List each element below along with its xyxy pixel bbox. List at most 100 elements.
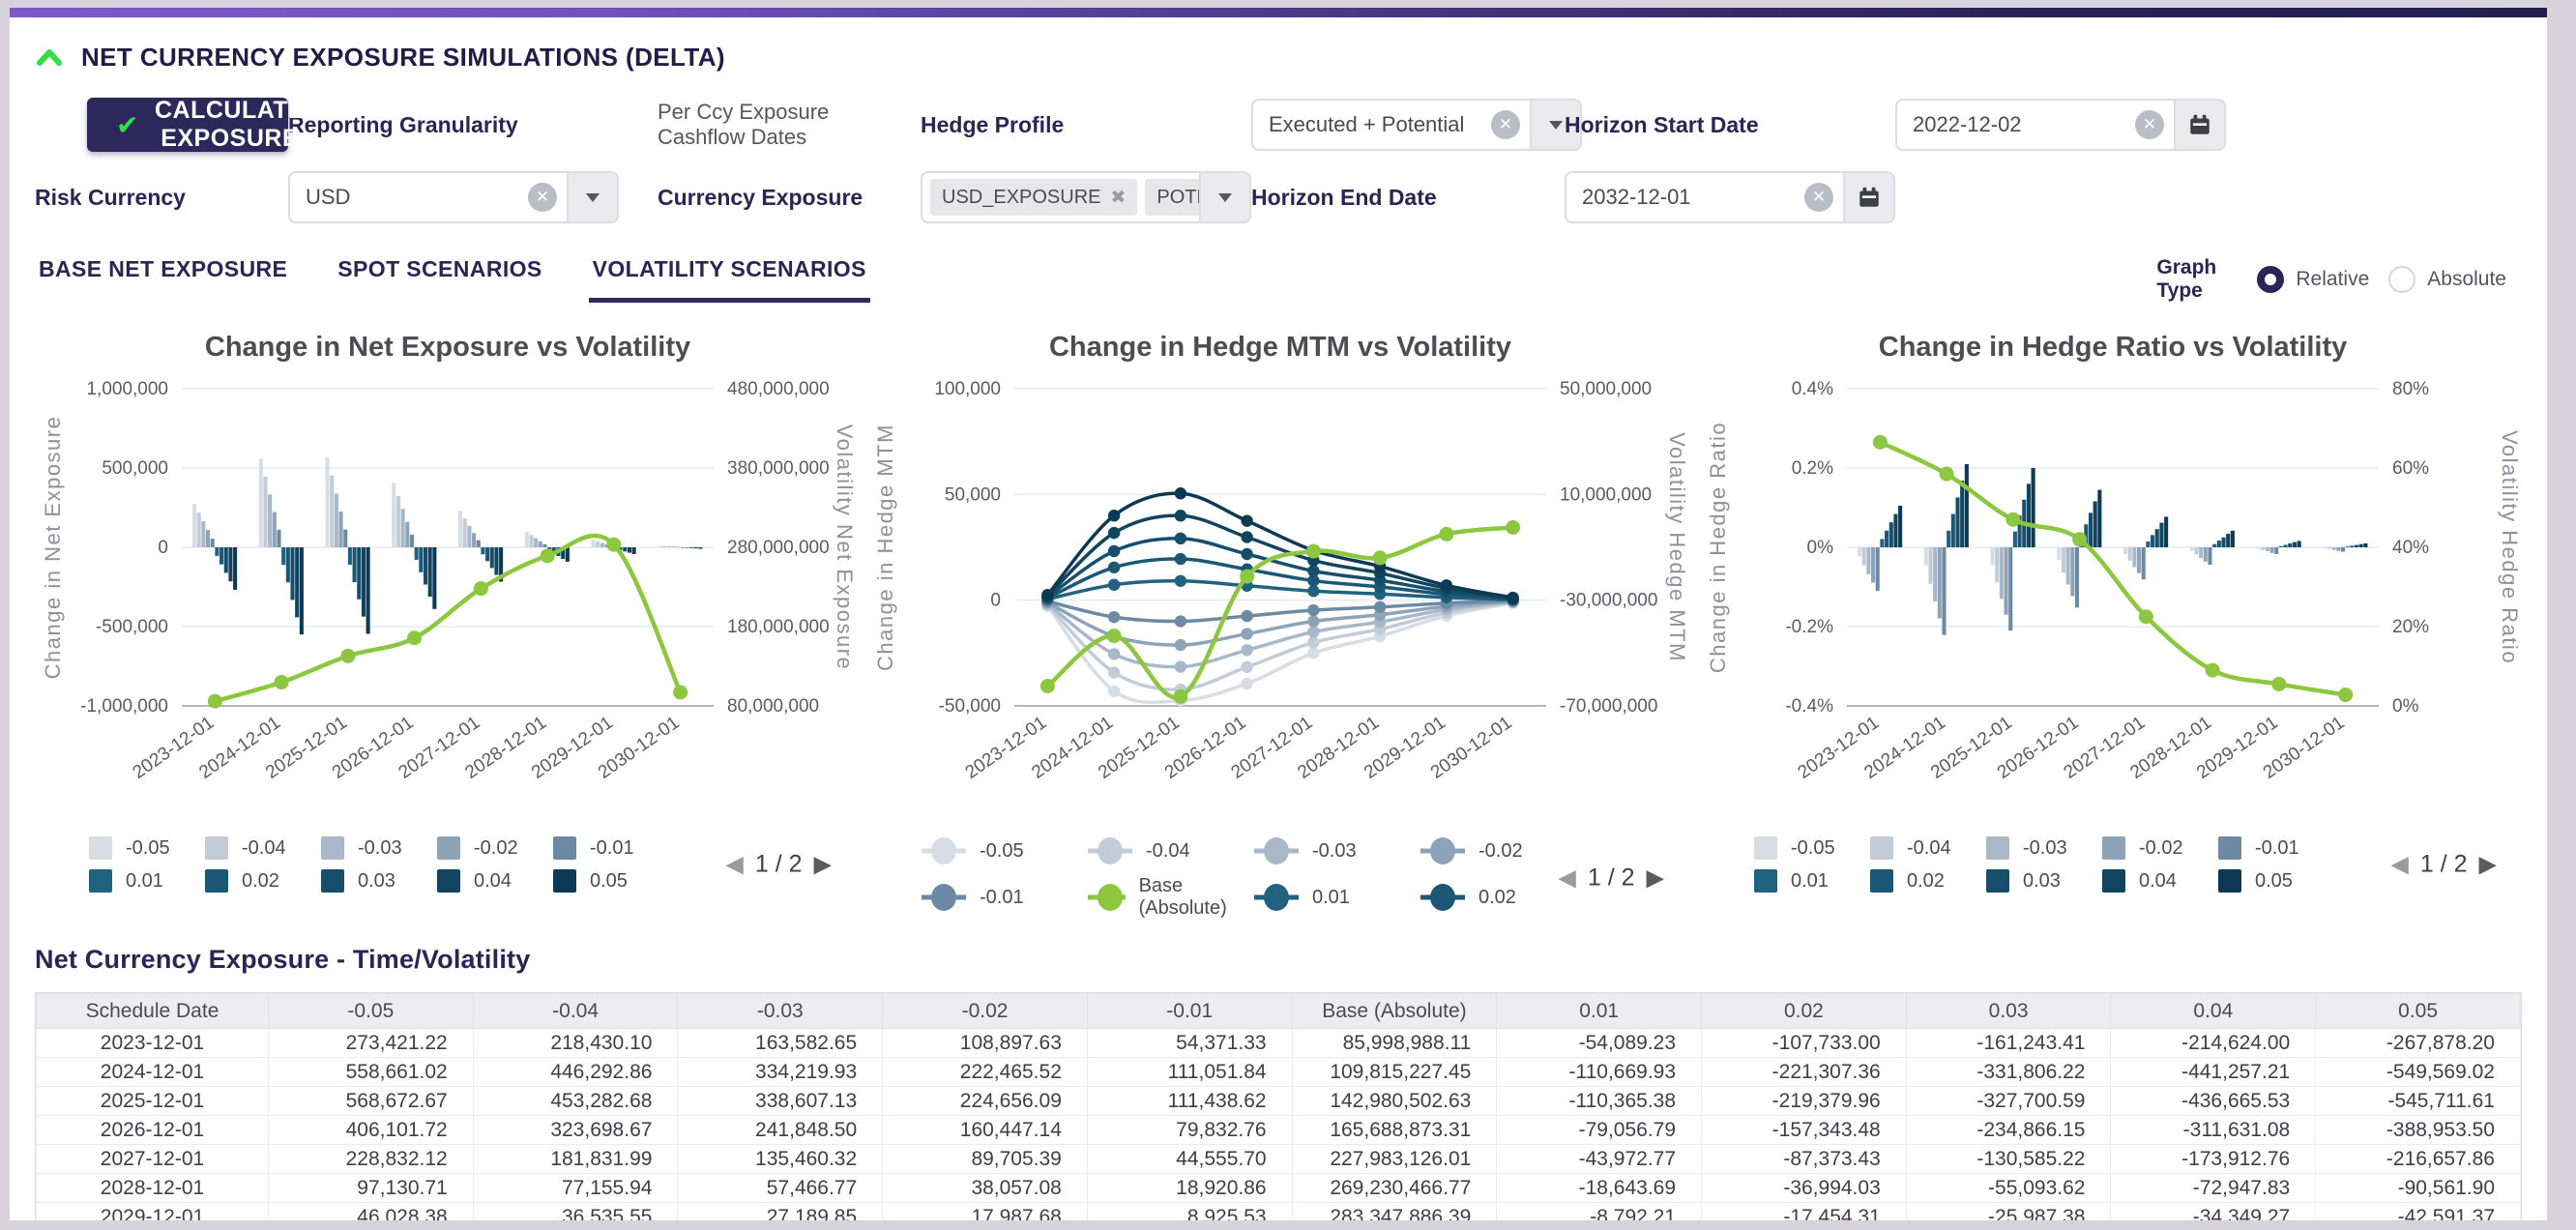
- table-header-cell[interactable]: -0.01: [1087, 994, 1292, 1029]
- table-header-cell[interactable]: 0.01: [1497, 994, 1702, 1029]
- legend-swatch-icon: [2218, 836, 2241, 860]
- currency-exposure-multiselect[interactable]: USD_EXPOSURE ✖ POTENTIAL_U: [921, 171, 1251, 223]
- svg-text:280,000,000: 280,000,000: [727, 538, 830, 558]
- svg-text:80%: 80%: [2392, 379, 2429, 399]
- calendar-icon: [2187, 112, 2212, 137]
- table-cell: 89,705.39: [883, 1145, 1088, 1174]
- table-row[interactable]: 2025-12-01568,672.67453,282.68338,607.13…: [37, 1087, 2521, 1116]
- tab-base-net-exposure[interactable]: BASE NET EXPOSURE: [35, 256, 291, 303]
- legend-item[interactable]: -0.03: [321, 836, 437, 860]
- legend-prev-button[interactable]: ◀: [1558, 864, 1575, 893]
- chip-remove-icon[interactable]: ✖: [1111, 187, 1127, 209]
- table-header-cell[interactable]: Schedule Date: [37, 994, 269, 1029]
- table-row[interactable]: 2023-12-01273,421.22218,430.10163,582.65…: [37, 1029, 2521, 1058]
- graph-type-absolute-radio[interactable]: Absolute: [2388, 266, 2506, 293]
- reporting-granularity-label: Reporting Granularity: [288, 112, 658, 138]
- legend-item[interactable]: -0.04: [205, 836, 321, 860]
- table-row[interactable]: 2024-12-01558,661.02446,292.86334,219.93…: [37, 1058, 2521, 1087]
- legend-item[interactable]: -0.04: [1088, 836, 1254, 865]
- chip-usd-exposure[interactable]: USD_EXPOSURE ✖: [930, 179, 1137, 216]
- risk-currency-clear-icon[interactable]: ✕: [528, 183, 557, 212]
- legend-item[interactable]: -0.05: [89, 836, 205, 860]
- legend-prev-button[interactable]: ◀: [2390, 851, 2408, 879]
- legend-item[interactable]: 0.03: [321, 869, 437, 893]
- horizon-end-date-input[interactable]: 2032-12-01 ✕: [1565, 171, 1895, 223]
- legend-item[interactable]: -0.01: [922, 875, 1088, 920]
- legend-next-button[interactable]: ▶: [2479, 851, 2497, 879]
- table-row[interactable]: 2026-12-01406,101.72323,698.67241,848.50…: [37, 1116, 2521, 1145]
- svg-text:50,000,000: 50,000,000: [1560, 379, 1652, 399]
- currency-exposure-dropdown-button[interactable]: [1199, 173, 1249, 221]
- tab-spot-scenarios[interactable]: SPOT SCENARIOS: [334, 256, 545, 303]
- legend-item[interactable]: 0.05: [553, 869, 669, 893]
- legend-item[interactable]: 0.04: [2102, 869, 2218, 893]
- horizon-end-clear-icon[interactable]: ✕: [1804, 183, 1833, 212]
- legend-item[interactable]: -0.02: [1420, 836, 1587, 865]
- horizon-start-date-input[interactable]: 2022-12-02 ✕: [1895, 99, 2226, 151]
- legend-item[interactable]: 0.01: [1254, 875, 1420, 920]
- legend-item[interactable]: 0.03: [1986, 869, 2102, 893]
- collapse-chevron-up-icon[interactable]: [35, 46, 64, 70]
- table-header-cell[interactable]: 0.05: [2316, 994, 2521, 1029]
- horizon-start-calendar-button[interactable]: [2174, 101, 2224, 149]
- table-row[interactable]: 2029-12-0146,028.3836,535.5527,189.8517,…: [37, 1203, 2521, 1220]
- hedge-mtm-chart-canvas: 100,00050,0000-50,00050,000,00010,000,00…: [867, 366, 1693, 827]
- legend-item[interactable]: 0.02: [1870, 869, 1986, 893]
- horizon-start-clear-icon[interactable]: ✕: [2135, 110, 2164, 139]
- horizon-end-calendar-button[interactable]: [1843, 173, 1893, 221]
- hedge-profile-select[interactable]: Executed + Potential ✕: [1251, 99, 1582, 151]
- legend-item[interactable]: 0.01: [1754, 869, 1870, 893]
- chip-potential[interactable]: POTENTIAL_U: [1145, 179, 1199, 216]
- reporting-granularity-value: Per Ccy Exposure Cashflow Dates: [658, 100, 921, 150]
- svg-text:480,000,000: 480,000,000: [727, 379, 830, 399]
- legend-item[interactable]: Base (Absolute): [1088, 875, 1254, 920]
- table-cell: 334,219.93: [678, 1058, 883, 1087]
- legend-next-button[interactable]: ▶: [1647, 864, 1664, 893]
- legend-label: -0.02: [2139, 837, 2183, 860]
- table-cell: -161,243.41: [1906, 1029, 2111, 1058]
- legend-item[interactable]: 0.01: [89, 869, 205, 893]
- legend-label: -0.05: [126, 837, 170, 860]
- legend-item[interactable]: -0.05: [922, 836, 1088, 865]
- legend-item[interactable]: -0.02: [437, 836, 553, 860]
- table-cell: 44,555.70: [1087, 1145, 1292, 1174]
- table-title: Net Currency Exposure - Time/Volatility: [35, 945, 2522, 975]
- legend-prev-button[interactable]: ◀: [725, 851, 743, 879]
- table-header-cell[interactable]: 0.02: [1702, 994, 1907, 1029]
- table-header-cell[interactable]: -0.03: [678, 994, 883, 1029]
- table-header-cell[interactable]: Base (Absolute): [1292, 994, 1497, 1029]
- graph-type-relative-radio[interactable]: Relative: [2257, 266, 2369, 293]
- table-header-cell[interactable]: -0.02: [883, 994, 1088, 1029]
- legend-dot-icon: [1420, 836, 1465, 865]
- tab-volatility-scenarios[interactable]: VOLATILITY SCENARIOS: [589, 256, 870, 303]
- legend-item[interactable]: 0.05: [2218, 869, 2334, 893]
- table-header-cell[interactable]: 0.03: [1906, 994, 2111, 1029]
- legend-item[interactable]: -0.03: [1254, 836, 1420, 865]
- risk-currency-select[interactable]: USD ✕: [288, 171, 619, 223]
- legend-dot-icon: [1254, 883, 1299, 912]
- legend-item[interactable]: 0.04: [437, 869, 553, 893]
- legend-item[interactable]: -0.02: [2102, 836, 2218, 860]
- risk-currency-dropdown-button[interactable]: [567, 173, 617, 221]
- legend-item[interactable]: -0.01: [553, 836, 669, 860]
- table-cell: -55,093.62: [1906, 1174, 2111, 1203]
- table-header-cell[interactable]: 0.04: [2111, 994, 2316, 1029]
- legend-next-button[interactable]: ▶: [814, 851, 832, 879]
- legend-item[interactable]: -0.03: [1986, 836, 2102, 860]
- table-cell: -72,947.83: [2111, 1174, 2316, 1203]
- legend-item[interactable]: -0.04: [1870, 836, 1986, 860]
- table-row[interactable]: 2028-12-0197,130.7177,155.9457,466.7738,…: [37, 1174, 2521, 1203]
- legend-item[interactable]: 0.02: [205, 869, 321, 893]
- table-cell: -43,972.77: [1497, 1145, 1702, 1174]
- legend-swatch-icon: [1754, 836, 1777, 860]
- calculate-exposure-button[interactable]: ✔ CALCULATE EXPOSURE: [87, 98, 288, 152]
- table-cell: 453,282.68: [473, 1087, 678, 1116]
- window-edge-right[interactable]: [2547, 0, 2576, 1230]
- table-header-cell[interactable]: -0.04: [473, 994, 678, 1029]
- legend-item[interactable]: -0.01: [2218, 836, 2334, 860]
- legend-item[interactable]: -0.05: [1754, 836, 1870, 860]
- table-row[interactable]: 2027-12-01228,832.12181,831.99135,460.32…: [37, 1145, 2521, 1174]
- legend-page-indicator: 1 / 2: [2420, 851, 2468, 879]
- table-header-cell[interactable]: -0.05: [269, 994, 474, 1029]
- hedge-profile-clear-icon[interactable]: ✕: [1491, 110, 1520, 139]
